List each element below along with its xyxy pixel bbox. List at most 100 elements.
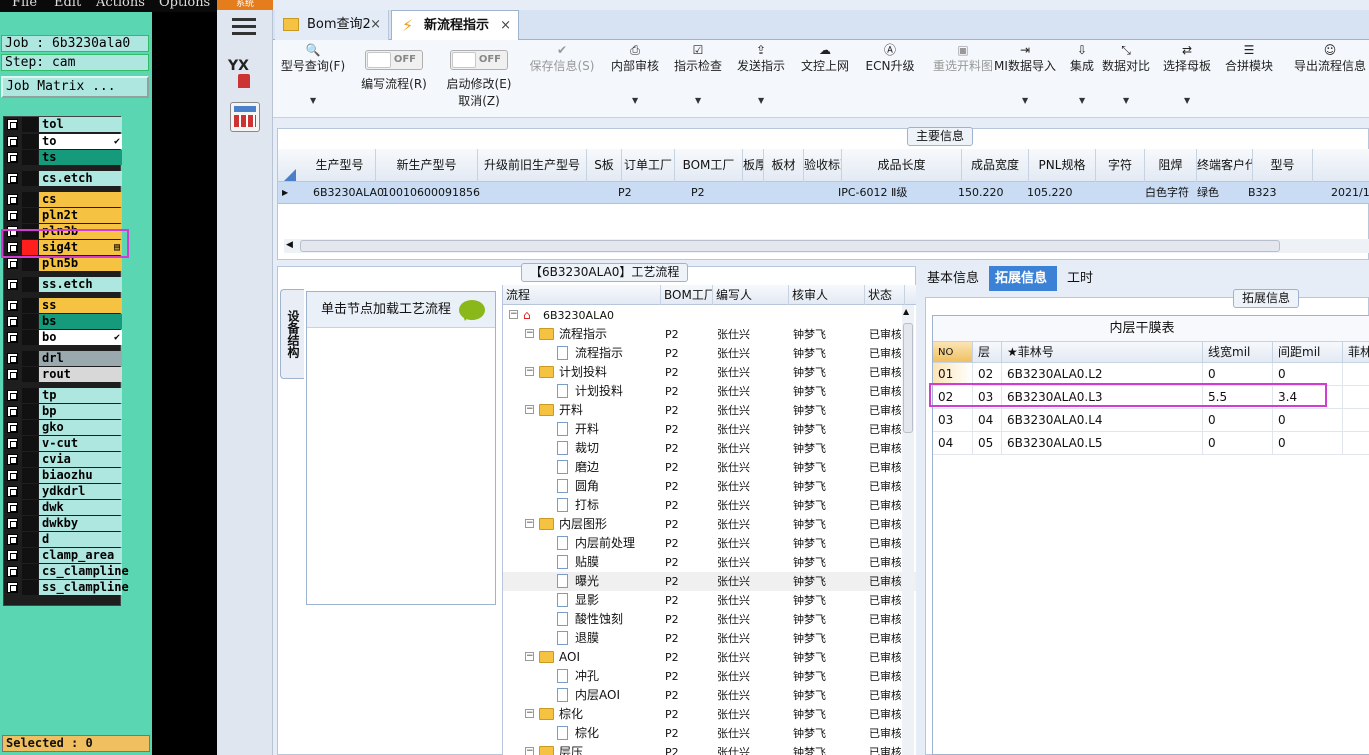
- close-icon[interactable]: ×: [370, 10, 381, 39]
- column-header[interactable]: 新生产型号: [376, 149, 478, 182]
- layer-row[interactable]: drl: [4, 351, 122, 366]
- dropdown-arrow-icon[interactable]: ▼: [1022, 96, 1028, 105]
- vertical-scrollbar[interactable]: ▲: [902, 305, 914, 755]
- layer-checkbox[interactable]: [7, 119, 18, 130]
- column-header[interactable]: 核审人: [789, 285, 865, 305]
- layer-checkbox[interactable]: [7, 258, 18, 269]
- tree-row[interactable]: 内层前处理 P2 张仕兴 钟梦飞 已审核: [503, 534, 916, 553]
- scroll-thumb[interactable]: [300, 240, 1280, 252]
- layer-row[interactable]: ts: [4, 150, 122, 165]
- dropdown-arrow-icon[interactable]: ▼: [1184, 96, 1190, 105]
- layer-row[interactable]: cs_clampline: [4, 564, 129, 579]
- layer-checkbox[interactable]: [7, 438, 18, 449]
- ribbon-button[interactable]: ⇥ MI数据导入 ▼: [989, 40, 1061, 118]
- layer-checkbox[interactable]: [7, 486, 18, 497]
- column-header[interactable]: 成品宽度: [962, 149, 1029, 182]
- ribbon-button[interactable]: OFF 编写流程(R): [357, 40, 431, 118]
- column-header[interactable]: 订单工厂: [622, 149, 675, 182]
- column-header[interactable]: 成品长度: [842, 149, 962, 182]
- tree-row[interactable]: − ⌂ 6B3230ALA0: [503, 306, 916, 325]
- column-header[interactable]: 字符: [1096, 149, 1145, 182]
- column-header[interactable]: 编写人: [713, 285, 789, 305]
- layer-checkbox[interactable]: [7, 566, 18, 577]
- layer-checkbox[interactable]: [7, 300, 18, 311]
- tree-row[interactable]: 开料 P2 张仕兴 钟梦飞 已审核: [503, 420, 916, 439]
- layer-checkbox[interactable]: [7, 136, 18, 147]
- layer-checkbox[interactable]: [7, 550, 18, 561]
- tree-row[interactable]: 贴膜 P2 张仕兴 钟梦飞 已审核: [503, 553, 916, 572]
- tree-row[interactable]: 计划投料 P2 张仕兴 钟梦飞 已审核: [503, 382, 916, 401]
- layer-row[interactable]: cs.etch: [4, 171, 122, 186]
- ribbon-button[interactable]: ⇩ 集成 ▼: [1064, 40, 1100, 118]
- layer-checkbox[interactable]: [7, 502, 18, 513]
- layer-row[interactable]: d: [4, 532, 122, 547]
- ribbon-button[interactable]: ✔ 保存信息(S): [525, 40, 599, 118]
- column-header[interactable]: 流程: [503, 285, 661, 305]
- collapse-icon[interactable]: −: [525, 652, 534, 661]
- column-header[interactable]: 状态: [865, 285, 905, 305]
- tree-row[interactable]: − 计划投料 P2 张仕兴 钟梦飞 已审核: [503, 363, 916, 382]
- column-header[interactable]: PNL规格: [1029, 149, 1096, 182]
- tree-row[interactable]: 打标 P2 张仕兴 钟梦飞 已审核: [503, 496, 916, 515]
- layer-row[interactable]: ss: [4, 298, 122, 313]
- tab-extended-info[interactable]: 拓展信息: [989, 266, 1057, 291]
- collapse-icon[interactable]: −: [525, 329, 534, 338]
- menu-actions[interactable]: Actions: [96, 0, 145, 10]
- collapse-icon[interactable]: −: [525, 519, 534, 528]
- column-header[interactable]: 型号: [1253, 149, 1313, 182]
- layer-row[interactable]: dwk: [4, 500, 122, 515]
- ribbon-button[interactable]: ☑ 指示检查 ▼: [670, 40, 726, 118]
- ribbon-button[interactable]: OFF 启动修改(E) 取消(Z): [437, 40, 521, 118]
- scroll-left-icon[interactable]: ◀: [286, 240, 293, 250]
- scroll-up-icon[interactable]: ▲: [903, 307, 909, 316]
- layer-checkbox[interactable]: [7, 534, 18, 545]
- dropdown-arrow-icon[interactable]: ▼: [310, 96, 316, 105]
- layer-checkbox[interactable]: [7, 353, 18, 364]
- column-header[interactable]: 阻焊: [1145, 149, 1197, 182]
- layer-row[interactable]: ydkdrl: [4, 484, 122, 499]
- ribbon-button[interactable]: ☰ 合拼模块: [1222, 40, 1276, 118]
- layer-row[interactable]: bp: [4, 404, 122, 419]
- tab-bom-query[interactable]: Bom查询2 ×: [275, 10, 389, 40]
- tree-row[interactable]: − 流程指示 P2 张仕兴 钟梦飞 已审核: [503, 325, 916, 344]
- column-header[interactable]: 间距mil: [1273, 342, 1343, 363]
- ribbon-button[interactable]: ☺ 导出流程信息: [1289, 40, 1369, 118]
- tab-new-process[interactable]: ⚡ 新流程指示 ×: [391, 10, 519, 40]
- layer-row[interactable]: tp: [4, 388, 122, 403]
- layer-checkbox[interactable]: [7, 210, 18, 221]
- ribbon-button[interactable]: ⤡ 数据对比 ▼: [1100, 40, 1152, 118]
- tree-row[interactable]: − AOI P2 张仕兴 钟梦飞 已审核: [503, 648, 916, 667]
- layer-row[interactable]: cs: [4, 192, 122, 207]
- tree-row[interactable]: 退膜 P2 张仕兴 钟梦飞 已审核: [503, 629, 916, 648]
- layer-checkbox[interactable]: [7, 406, 18, 417]
- layer-row[interactable]: bo ✔: [4, 330, 122, 345]
- menu-file[interactable]: File: [12, 0, 37, 10]
- tab-work-hours[interactable]: 工时: [1061, 266, 1099, 291]
- yx-app-icon[interactable]: YX: [228, 58, 262, 88]
- table-row[interactable]: 03 04 6B3230ALA0.L4 0 0: [933, 409, 1369, 432]
- collapse-icon[interactable]: −: [525, 709, 534, 718]
- layer-checkbox[interactable]: [7, 369, 18, 380]
- column-header[interactable]: 验收标准: [804, 149, 842, 182]
- layer-checkbox[interactable]: [7, 173, 18, 184]
- layer-checkbox[interactable]: [7, 422, 18, 433]
- collapse-icon[interactable]: −: [509, 310, 518, 319]
- layer-row[interactable]: tol: [4, 117, 122, 132]
- column-header[interactable]: 板厚: [743, 149, 764, 182]
- layer-row[interactable]: clamp_area: [4, 548, 122, 563]
- column-header[interactable]: NO: [933, 342, 973, 363]
- ribbon-button[interactable]: 🔍 型号查询(F) ▼: [277, 40, 349, 118]
- layer-checkbox[interactable]: [7, 152, 18, 163]
- close-icon[interactable]: ×: [500, 11, 511, 40]
- tree-row[interactable]: 冲孔 P2 张仕兴 钟梦飞 已审核: [503, 667, 916, 686]
- collapse-icon[interactable]: −: [525, 747, 534, 755]
- dropdown-arrow-icon[interactable]: ▼: [1079, 96, 1085, 105]
- ribbon-button[interactable]: ⇄ 选择母板 ▼: [1158, 40, 1216, 118]
- hamburger-menu-icon[interactable]: [232, 18, 256, 36]
- layer-row[interactable]: bs: [4, 314, 122, 329]
- dropdown-arrow-icon[interactable]: ▼: [695, 96, 701, 105]
- layer-checkbox[interactable]: [7, 390, 18, 401]
- tree-row[interactable]: − 开料 P2 张仕兴 钟梦飞 已审核: [503, 401, 916, 420]
- menu-options[interactable]: Options: [159, 0, 210, 10]
- job-matrix-button[interactable]: Job Matrix ...: [1, 76, 149, 98]
